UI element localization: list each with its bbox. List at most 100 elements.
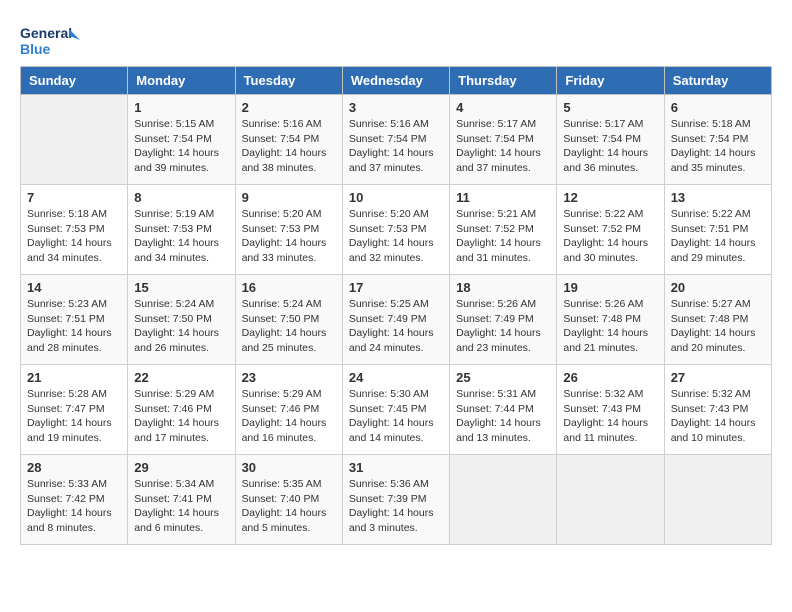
day-number: 4 [456,100,550,115]
day-number: 5 [563,100,657,115]
logo: GeneralBlue [20,20,80,60]
day-number: 23 [242,370,336,385]
day-info: Sunrise: 5:26 AM Sunset: 7:49 PM Dayligh… [456,297,550,356]
calendar-cell [21,95,128,185]
calendar-cell: 16 Sunrise: 5:24 AM Sunset: 7:50 PM Dayli… [235,275,342,365]
day-number: 13 [671,190,765,205]
day-number: 15 [134,280,228,295]
calendar-cell: 6Sunrise: 5:18 AM Sunset: 7:54 PM Daylig… [664,95,771,185]
day-info: Sunrise: 5:29 AM Sunset: 7:46 PM Dayligh… [134,387,228,446]
day-info: Sunrise: 5:24 AM Sunset: 7:50 PM Dayligh… [242,297,336,356]
calendar-cell: 25 Sunrise: 5:31 AM Sunset: 7:44 PM Dayli… [450,365,557,455]
day-number: 3 [349,100,443,115]
day-number: 30 [242,460,336,475]
header-monday: Monday [128,67,235,95]
day-info: Sunrise: 5:17 AM Sunset: 7:54 PM Dayligh… [456,117,550,176]
week-row-4: 21Sunrise: 5:28 AM Sunset: 7:47 PM Dayli… [21,365,772,455]
day-info: Sunrise: 5:18 AM Sunset: 7:53 PM Dayligh… [27,207,121,266]
header-tuesday: Tuesday [235,67,342,95]
header-friday: Friday [557,67,664,95]
calendar-cell: 12Sunrise: 5:22 AM Sunset: 7:52 PM Dayli… [557,185,664,275]
day-info: Sunrise: 5:24 AM Sunset: 7:50 PM Dayligh… [134,297,228,356]
week-row-1: 1 Sunrise: 5:15 AM Sunset: 7:54 PM Daylig… [21,95,772,185]
day-info: Sunrise: 5:22 AM Sunset: 7:51 PM Dayligh… [671,207,765,266]
calendar-cell: 13 Sunrise: 5:22 AM Sunset: 7:51 PM Dayli… [664,185,771,275]
calendar-table: SundayMondayTuesdayWednesdayThursdayFrid… [20,66,772,545]
logo-svg: GeneralBlue [20,20,80,60]
calendar-cell: 22 Sunrise: 5:29 AM Sunset: 7:46 PM Dayli… [128,365,235,455]
header-row: SundayMondayTuesdayWednesdayThursdayFrid… [21,67,772,95]
calendar-cell: 28 Sunrise: 5:33 AM Sunset: 7:42 PM Dayli… [21,455,128,545]
day-info: Sunrise: 5:17 AM Sunset: 7:54 PM Dayligh… [563,117,657,176]
day-number: 19 [563,280,657,295]
day-info: Sunrise: 5:33 AM Sunset: 7:42 PM Dayligh… [27,477,121,536]
calendar-cell [557,455,664,545]
day-number: 25 [456,370,550,385]
day-info: Sunrise: 5:32 AM Sunset: 7:43 PM Dayligh… [671,387,765,446]
day-number: 16 [242,280,336,295]
day-number: 20 [671,280,765,295]
week-row-2: 7Sunrise: 5:18 AM Sunset: 7:53 PM Daylig… [21,185,772,275]
day-number: 9 [242,190,336,205]
calendar-cell: 29 Sunrise: 5:34 AM Sunset: 7:41 PM Dayli… [128,455,235,545]
calendar-cell: 9 Sunrise: 5:20 AM Sunset: 7:53 PM Daylig… [235,185,342,275]
header-saturday: Saturday [664,67,771,95]
day-info: Sunrise: 5:25 AM Sunset: 7:49 PM Dayligh… [349,297,443,356]
day-number: 27 [671,370,765,385]
calendar-cell: 2Sunrise: 5:16 AM Sunset: 7:54 PM Daylig… [235,95,342,185]
calendar-cell: 30 Sunrise: 5:35 AM Sunset: 7:40 PM Dayli… [235,455,342,545]
calendar-cell: 15 Sunrise: 5:24 AM Sunset: 7:50 PM Dayli… [128,275,235,365]
day-number: 26 [563,370,657,385]
calendar-cell: 8Sunrise: 5:19 AM Sunset: 7:53 PM Daylig… [128,185,235,275]
calendar-cell: 19 Sunrise: 5:26 AM Sunset: 7:48 PM Dayli… [557,275,664,365]
day-number: 10 [349,190,443,205]
calendar-cell [664,455,771,545]
calendar-header: SundayMondayTuesdayWednesdayThursdayFrid… [21,67,772,95]
day-number: 14 [27,280,121,295]
day-info: Sunrise: 5:32 AM Sunset: 7:43 PM Dayligh… [563,387,657,446]
calendar-cell: 4 Sunrise: 5:17 AM Sunset: 7:54 PM Daylig… [450,95,557,185]
day-number: 31 [349,460,443,475]
day-info: Sunrise: 5:36 AM Sunset: 7:39 PM Dayligh… [349,477,443,536]
calendar-cell: 3 Sunrise: 5:16 AM Sunset: 7:54 PM Daylig… [342,95,449,185]
calendar-body: 1 Sunrise: 5:15 AM Sunset: 7:54 PM Daylig… [21,95,772,545]
calendar-cell: 7Sunrise: 5:18 AM Sunset: 7:53 PM Daylig… [21,185,128,275]
calendar-cell: 5 Sunrise: 5:17 AM Sunset: 7:54 PM Daylig… [557,95,664,185]
day-info: Sunrise: 5:15 AM Sunset: 7:54 PM Dayligh… [134,117,228,176]
day-info: Sunrise: 5:34 AM Sunset: 7:41 PM Dayligh… [134,477,228,536]
calendar-cell: 31 Sunrise: 5:36 AM Sunset: 7:39 PM Dayli… [342,455,449,545]
day-info: Sunrise: 5:21 AM Sunset: 7:52 PM Dayligh… [456,207,550,266]
day-info: Sunrise: 5:35 AM Sunset: 7:40 PM Dayligh… [242,477,336,536]
day-number: 1 [134,100,228,115]
calendar-cell: 23Sunrise: 5:29 AM Sunset: 7:46 PM Dayli… [235,365,342,455]
svg-text:General: General [20,25,72,41]
calendar-cell: 26 Sunrise: 5:32 AM Sunset: 7:43 PM Dayli… [557,365,664,455]
day-info: Sunrise: 5:23 AM Sunset: 7:51 PM Dayligh… [27,297,121,356]
week-row-3: 14 Sunrise: 5:23 AM Sunset: 7:51 PM Dayli… [21,275,772,365]
day-number: 28 [27,460,121,475]
calendar-cell: 11 Sunrise: 5:21 AM Sunset: 7:52 PM Dayli… [450,185,557,275]
calendar-cell [450,455,557,545]
calendar-cell: 21Sunrise: 5:28 AM Sunset: 7:47 PM Dayli… [21,365,128,455]
calendar-cell: 18 Sunrise: 5:26 AM Sunset: 7:49 PM Dayli… [450,275,557,365]
day-number: 22 [134,370,228,385]
day-info: Sunrise: 5:18 AM Sunset: 7:54 PM Dayligh… [671,117,765,176]
day-info: Sunrise: 5:19 AM Sunset: 7:53 PM Dayligh… [134,207,228,266]
day-number: 11 [456,190,550,205]
calendar-cell: 1 Sunrise: 5:15 AM Sunset: 7:54 PM Daylig… [128,95,235,185]
day-info: Sunrise: 5:16 AM Sunset: 7:54 PM Dayligh… [349,117,443,176]
day-info: Sunrise: 5:22 AM Sunset: 7:52 PM Dayligh… [563,207,657,266]
calendar-cell: 24Sunrise: 5:30 AM Sunset: 7:45 PM Dayli… [342,365,449,455]
day-number: 29 [134,460,228,475]
header-wednesday: Wednesday [342,67,449,95]
calendar-cell: 20Sunrise: 5:27 AM Sunset: 7:48 PM Dayli… [664,275,771,365]
day-number: 18 [456,280,550,295]
day-info: Sunrise: 5:20 AM Sunset: 7:53 PM Dayligh… [242,207,336,266]
day-info: Sunrise: 5:26 AM Sunset: 7:48 PM Dayligh… [563,297,657,356]
calendar-cell: 14 Sunrise: 5:23 AM Sunset: 7:51 PM Dayli… [21,275,128,365]
day-info: Sunrise: 5:16 AM Sunset: 7:54 PM Dayligh… [242,117,336,176]
day-info: Sunrise: 5:31 AM Sunset: 7:44 PM Dayligh… [456,387,550,446]
page-header: GeneralBlue [20,20,772,60]
week-row-5: 28 Sunrise: 5:33 AM Sunset: 7:42 PM Dayli… [21,455,772,545]
day-number: 24 [349,370,443,385]
